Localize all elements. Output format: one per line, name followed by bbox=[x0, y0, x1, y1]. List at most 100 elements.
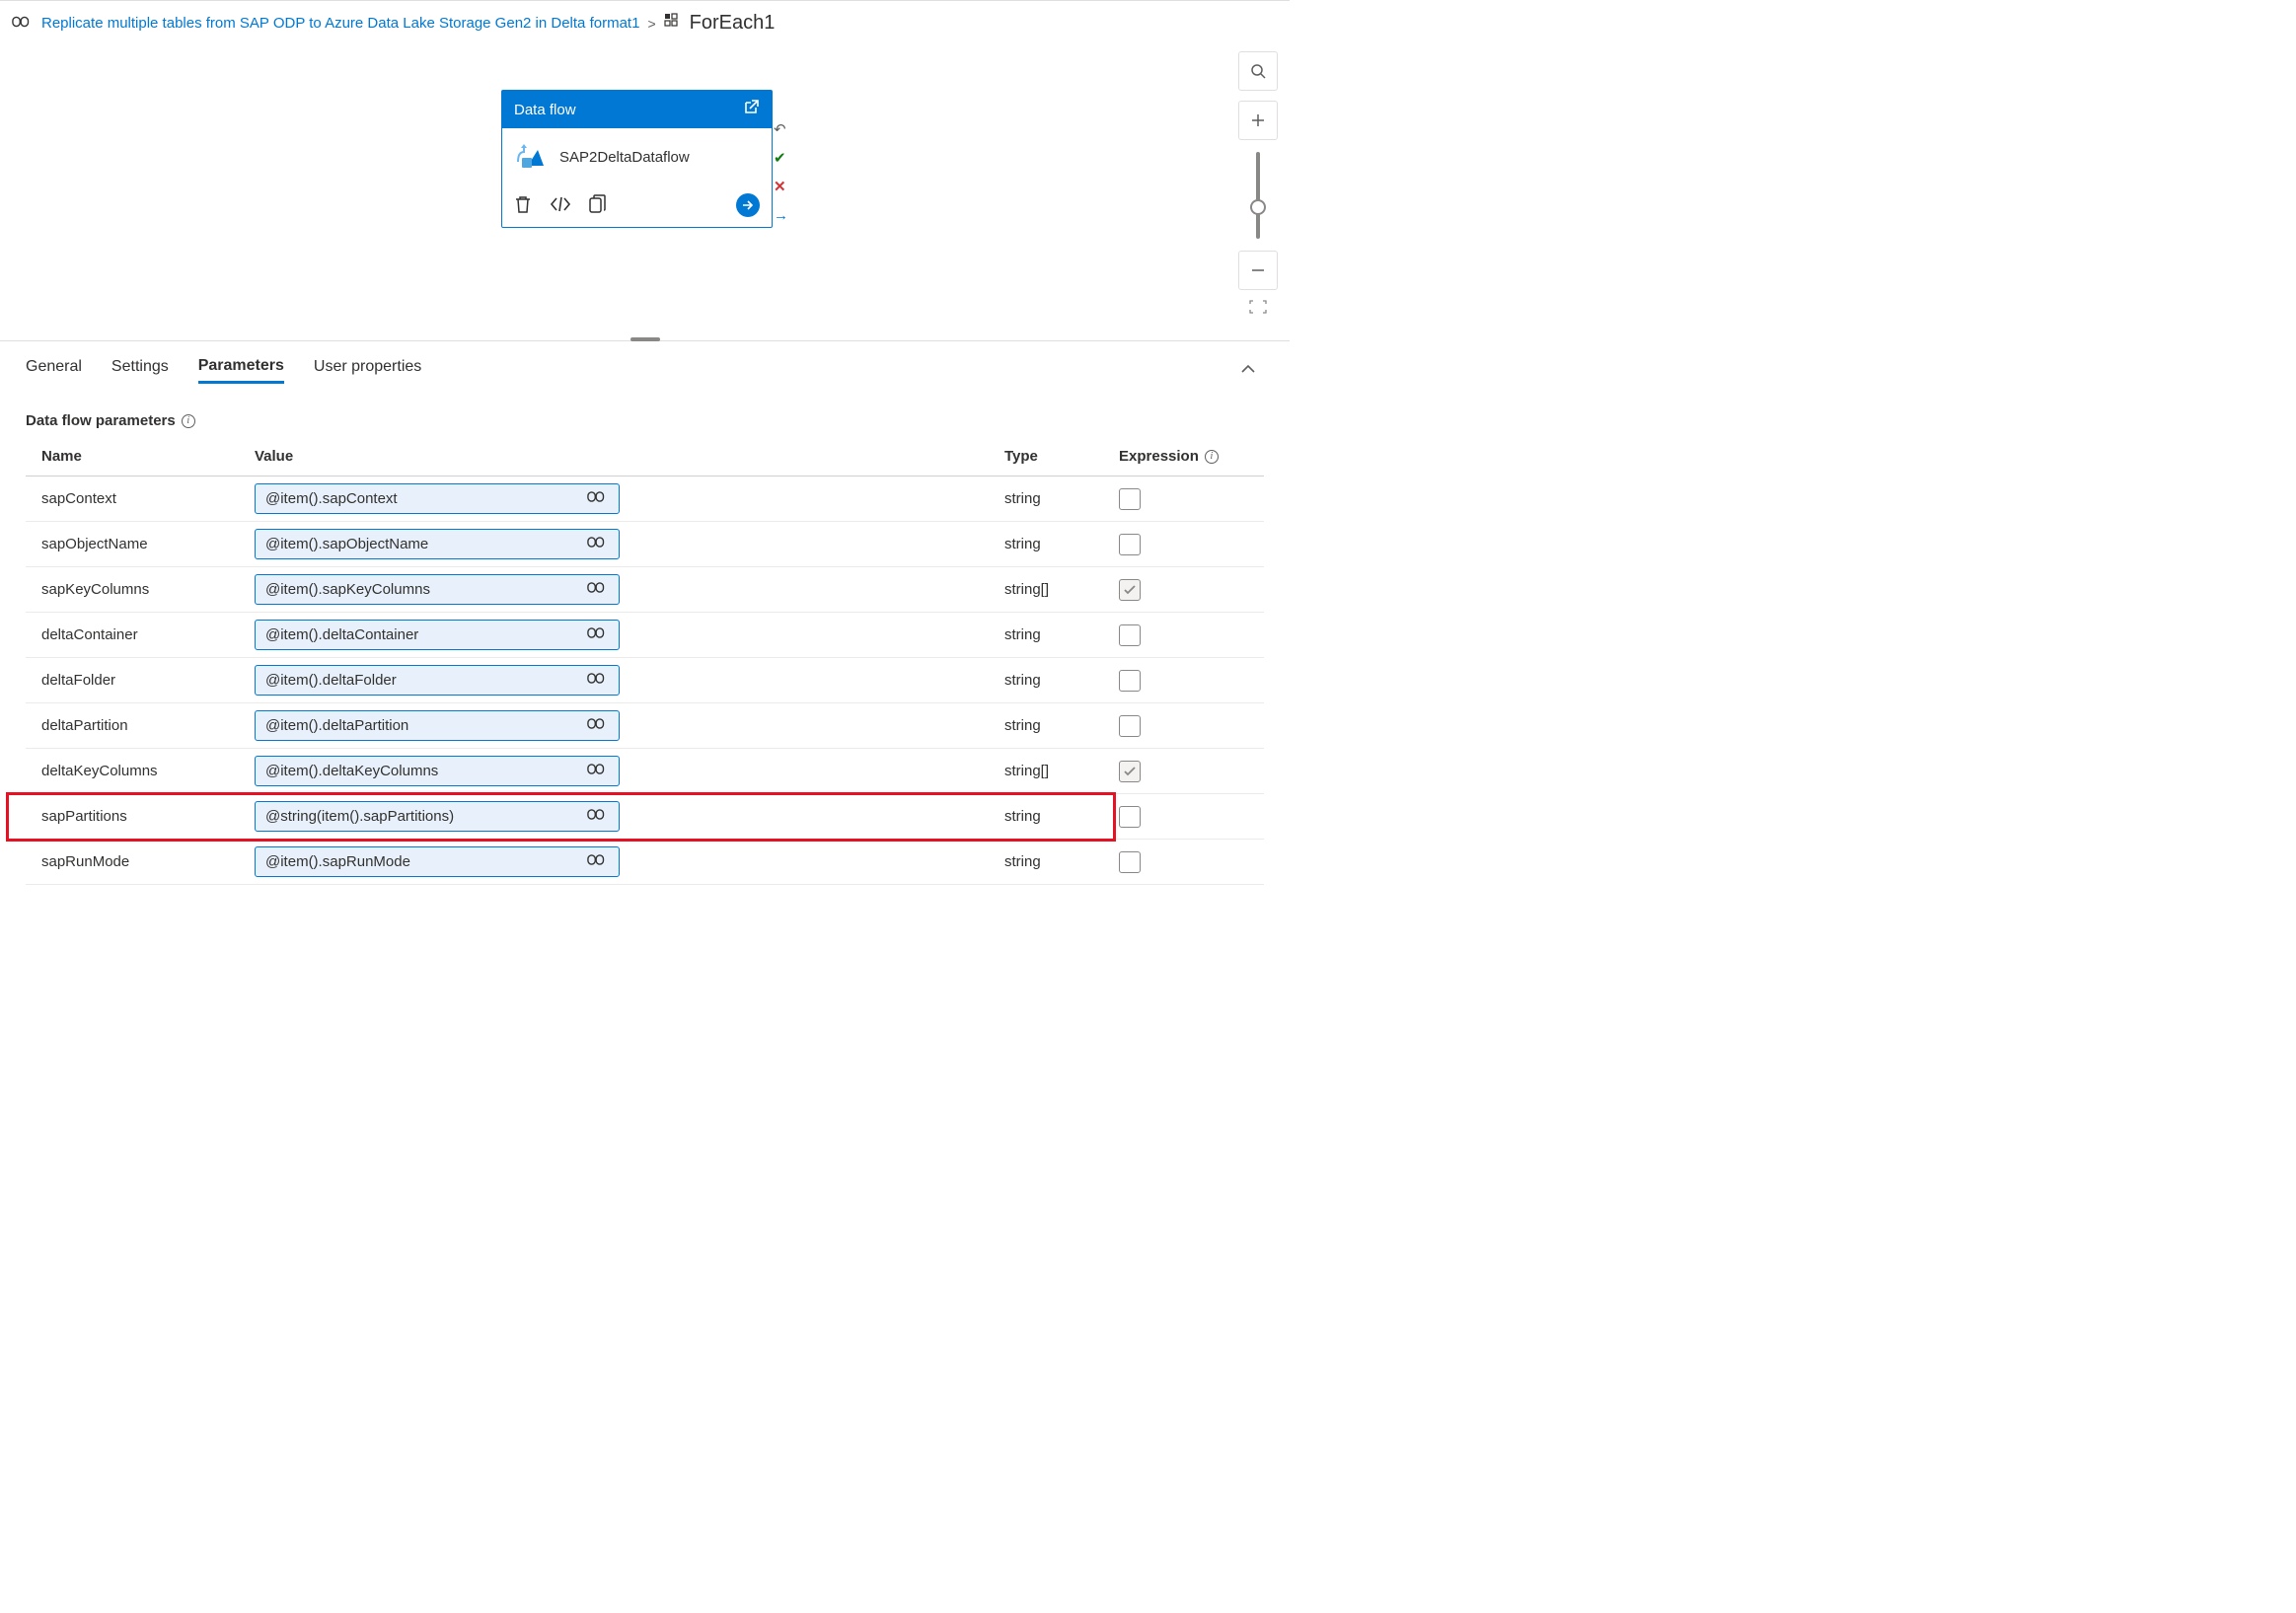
param-value-input[interactable]: @item().deltaKeyColumns bbox=[255, 756, 620, 786]
param-name: sapKeyColumns bbox=[26, 581, 255, 598]
breadcrumb-separator: > bbox=[647, 16, 655, 32]
expression-checkbox[interactable] bbox=[1119, 670, 1141, 692]
code-icon[interactable] bbox=[550, 196, 571, 215]
zoom-slider[interactable] bbox=[1256, 152, 1260, 239]
param-type: string bbox=[1004, 536, 1119, 552]
run-button[interactable] bbox=[736, 193, 760, 217]
table-row: sapRunMode@item().sapRunMode string bbox=[26, 840, 1264, 885]
expression-checkbox[interactable] bbox=[1119, 715, 1141, 737]
panel-drag-handle[interactable] bbox=[630, 337, 660, 341]
param-type: string bbox=[1004, 626, 1119, 643]
search-button[interactable] bbox=[1238, 51, 1278, 91]
dataflow-activity-card[interactable]: Data flow SAP2DeltaDataflow bbox=[501, 90, 773, 228]
pipeline-icon bbox=[587, 625, 609, 644]
info-icon[interactable]: i bbox=[1205, 450, 1219, 464]
param-type: string bbox=[1004, 808, 1119, 825]
foreach-icon bbox=[664, 13, 682, 34]
open-external-icon[interactable] bbox=[742, 99, 760, 120]
param-value-input[interactable]: @item().sapContext bbox=[255, 483, 620, 514]
pipeline-canvas[interactable]: Data flow SAP2DeltaDataflow bbox=[0, 45, 1290, 341]
breadcrumb-link[interactable]: Replicate multiple tables from SAP ODP t… bbox=[41, 15, 639, 32]
param-name: deltaFolder bbox=[26, 672, 255, 689]
param-type: string bbox=[1004, 853, 1119, 870]
activity-header-label: Data flow bbox=[514, 102, 576, 118]
param-value-input[interactable]: @item().deltaFolder bbox=[255, 665, 620, 696]
fit-to-screen-icon[interactable] bbox=[1249, 300, 1267, 317]
pipeline-icon bbox=[587, 535, 609, 553]
col-name: Name bbox=[26, 448, 255, 465]
param-type: string[] bbox=[1004, 581, 1119, 598]
table-row: deltaKeyColumns@item().deltaKeyColumns st… bbox=[26, 749, 1264, 794]
col-type: Type bbox=[1004, 448, 1119, 465]
dataflow-icon bbox=[514, 142, 544, 172]
expression-checkbox[interactable] bbox=[1119, 806, 1141, 828]
param-name: sapContext bbox=[26, 490, 255, 507]
tab-general[interactable]: General bbox=[26, 358, 82, 382]
expression-checkbox[interactable] bbox=[1119, 624, 1141, 646]
section-title: Data flow parameters i bbox=[0, 389, 1290, 437]
expression-checkbox[interactable] bbox=[1119, 761, 1141, 782]
breadcrumb-current: ForEach1 bbox=[690, 12, 776, 35]
success-badge-icon[interactable]: ✔ bbox=[774, 151, 788, 166]
table-header: Name Value Type Expression i bbox=[26, 437, 1264, 477]
pipeline-icon bbox=[587, 671, 609, 690]
section-title-text: Data flow parameters bbox=[26, 412, 176, 429]
zoom-in-button[interactable] bbox=[1238, 101, 1278, 140]
failure-badge-icon[interactable]: ✕ bbox=[774, 180, 788, 194]
table-row: sapObjectName@item().sapObjectNamestring bbox=[26, 522, 1264, 567]
param-name: deltaKeyColumns bbox=[26, 763, 255, 779]
param-value-input[interactable]: @item().sapRunMode bbox=[255, 846, 620, 877]
activity-name: SAP2DeltaDataflow bbox=[559, 149, 690, 166]
param-value-input[interactable]: @item().deltaPartition bbox=[255, 710, 620, 741]
param-name: sapPartitions bbox=[26, 808, 255, 825]
table-row: deltaContainer@item().deltaContainer stri… bbox=[26, 613, 1264, 658]
param-type: string bbox=[1004, 490, 1119, 507]
tab-user-properties[interactable]: User properties bbox=[314, 358, 421, 382]
table-row: sapContext@item().sapContext string bbox=[26, 477, 1264, 522]
breadcrumb: Replicate multiple tables from SAP ODP t… bbox=[0, 0, 1290, 45]
param-name: deltaPartition bbox=[26, 717, 255, 734]
parameters-table: Name Value Type Expression i sapContext@… bbox=[0, 437, 1290, 885]
table-row: deltaPartition@item().deltaPartition stri… bbox=[26, 703, 1264, 749]
param-name: sapRunMode bbox=[26, 853, 255, 870]
table-row: sapKeyColumns@item().sapKeyColumns string… bbox=[26, 567, 1264, 613]
table-row: sapPartitions@string(item().sapPartition… bbox=[26, 794, 1264, 840]
param-name: deltaContainer bbox=[26, 626, 255, 643]
param-type: string bbox=[1004, 717, 1119, 734]
param-type: string bbox=[1004, 672, 1119, 689]
pipeline-icon bbox=[12, 14, 34, 33]
activity-header: Data flow bbox=[502, 91, 772, 128]
param-type: string[] bbox=[1004, 763, 1119, 779]
tab-settings[interactable]: Settings bbox=[111, 358, 169, 382]
copy-icon[interactable] bbox=[589, 194, 607, 217]
param-value-input[interactable]: @item().deltaContainer bbox=[255, 620, 620, 650]
skip-badge-icon[interactable]: → bbox=[774, 208, 788, 223]
col-expression: Expression i bbox=[1119, 448, 1273, 465]
col-value: Value bbox=[255, 448, 1004, 465]
activity-toolbar bbox=[502, 185, 772, 227]
info-icon[interactable]: i bbox=[182, 414, 195, 428]
pipeline-icon bbox=[587, 489, 609, 508]
undo-badge-icon[interactable]: ↶ bbox=[774, 122, 788, 137]
zoom-out-button[interactable] bbox=[1238, 251, 1278, 290]
pipeline-icon bbox=[587, 807, 609, 826]
activity-body: SAP2DeltaDataflow bbox=[502, 128, 772, 185]
collapse-panel-icon[interactable] bbox=[1240, 361, 1256, 379]
expression-checkbox[interactable] bbox=[1119, 488, 1141, 510]
pipeline-icon bbox=[587, 852, 609, 871]
param-value-input[interactable]: @item().sapObjectName bbox=[255, 529, 620, 559]
expression-checkbox[interactable] bbox=[1119, 534, 1141, 555]
tab-parameters[interactable]: Parameters bbox=[198, 357, 284, 384]
canvas-tools bbox=[1238, 51, 1278, 317]
expression-checkbox[interactable] bbox=[1119, 851, 1141, 873]
delete-icon[interactable] bbox=[514, 194, 532, 217]
pipeline-icon bbox=[587, 580, 609, 599]
table-row: deltaFolder@item().deltaFolder string bbox=[26, 658, 1264, 703]
zoom-thumb[interactable] bbox=[1250, 199, 1266, 215]
expression-checkbox[interactable] bbox=[1119, 579, 1141, 601]
pipeline-icon bbox=[587, 762, 609, 780]
activity-status-badges: ↶ ✔ ✕ → bbox=[774, 122, 788, 223]
pipeline-icon bbox=[587, 716, 609, 735]
param-value-input[interactable]: @item().sapKeyColumns bbox=[255, 574, 620, 605]
param-value-input[interactable]: @string(item().sapPartitions) bbox=[255, 801, 620, 832]
